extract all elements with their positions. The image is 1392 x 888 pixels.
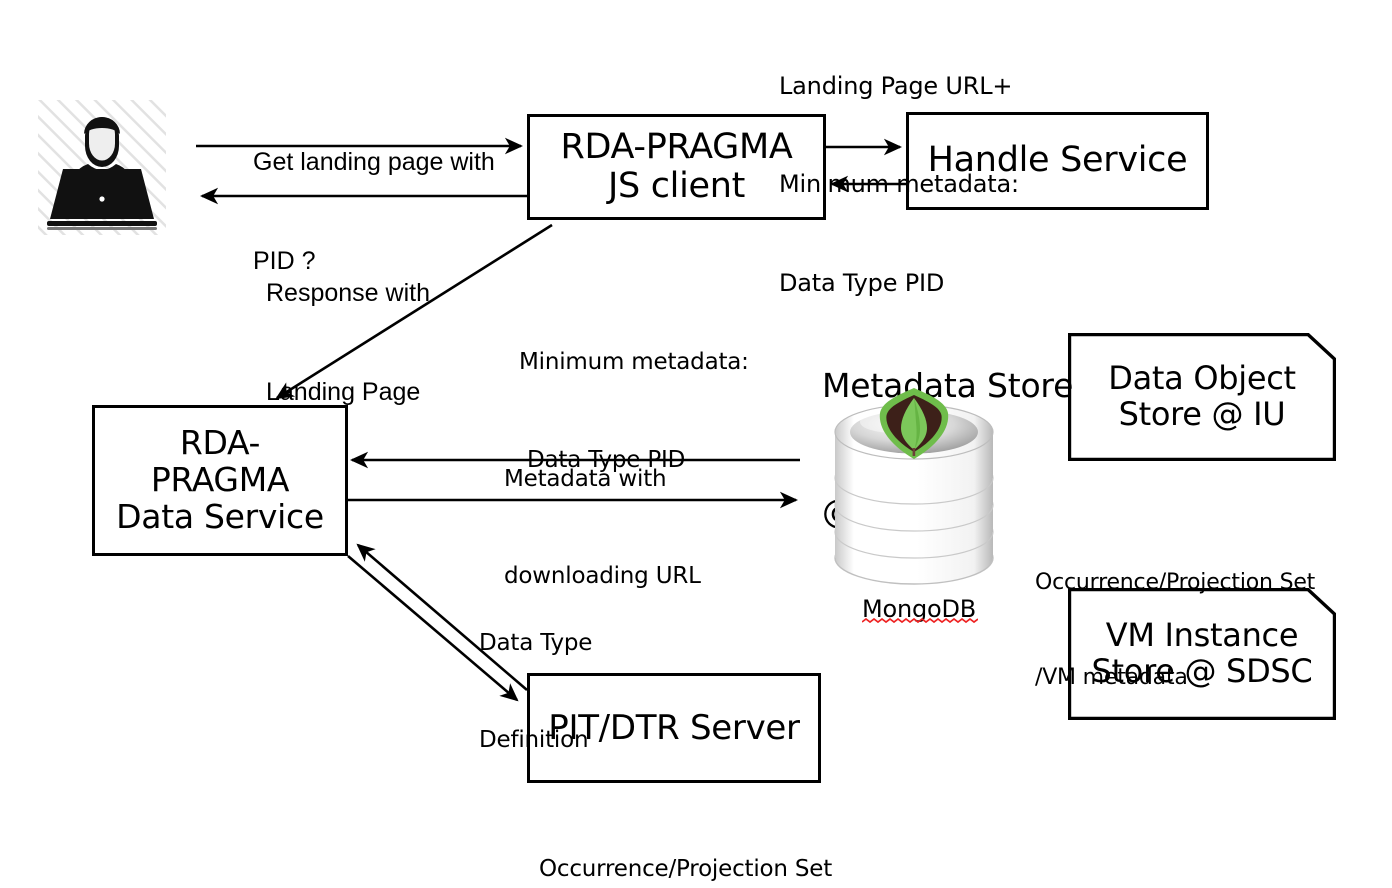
- node-data-object-store-line2: Store @ IU: [1118, 395, 1286, 433]
- label-data-type-definition-line2: Definition: [479, 726, 589, 753]
- label-pit-contents: Occurrence/Projection Set /VM Data Type …: [539, 792, 832, 888]
- node-data-object-store[interactable]: Data Object Store @ IU: [1068, 333, 1336, 461]
- node-vm-instance-store-line2: Store @ SDSC: [1091, 652, 1313, 690]
- label-data-type-definition-line1: Data Type: [479, 630, 593, 657]
- node-data-service-line3: Data Service: [116, 496, 324, 536]
- label-handle-response-line1: Landing Page URL+: [779, 71, 1013, 100]
- label-response-landing-page-line1: Response with: [266, 279, 430, 307]
- architecture-diagram: RDA-PRAGMA JS client Handle Service RDA-…: [0, 0, 1392, 888]
- label-request-landing-page-line1: Get landing page with: [253, 148, 495, 176]
- label-response-landing-page: Response with Landing Page: [266, 211, 430, 475]
- node-vm-instance-store-line1: VM Instance: [1105, 616, 1299, 655]
- label-data-type-definition: Data Type Definition: [479, 563, 592, 821]
- person-at-laptop-icon: [38, 100, 166, 235]
- label-response-landing-page-line2: Landing Page: [266, 378, 421, 406]
- label-handle-response-line2: Minimum metadata:: [779, 170, 1019, 199]
- label-metadata-with-url-line1: Metadata with: [504, 466, 667, 493]
- label-handle-response-line3: Data Type PID: [779, 269, 945, 297]
- label-minimum-metadata-line1: Minimum metadata:: [519, 349, 749, 376]
- node-data-object-store-line1: Data Object: [1108, 359, 1296, 398]
- label-pit-contents-line1: Occurrence/Projection Set: [539, 856, 833, 883]
- label-mongo-contents-line1: Occurrence/Projection Set: [1035, 569, 1316, 595]
- mongodb-caption: MongoDB: [862, 595, 977, 623]
- mongodb-database-icon: [832, 362, 997, 594]
- label-handle-response: Landing Page URL+ Minimum metadata: Data…: [779, 4, 1019, 366]
